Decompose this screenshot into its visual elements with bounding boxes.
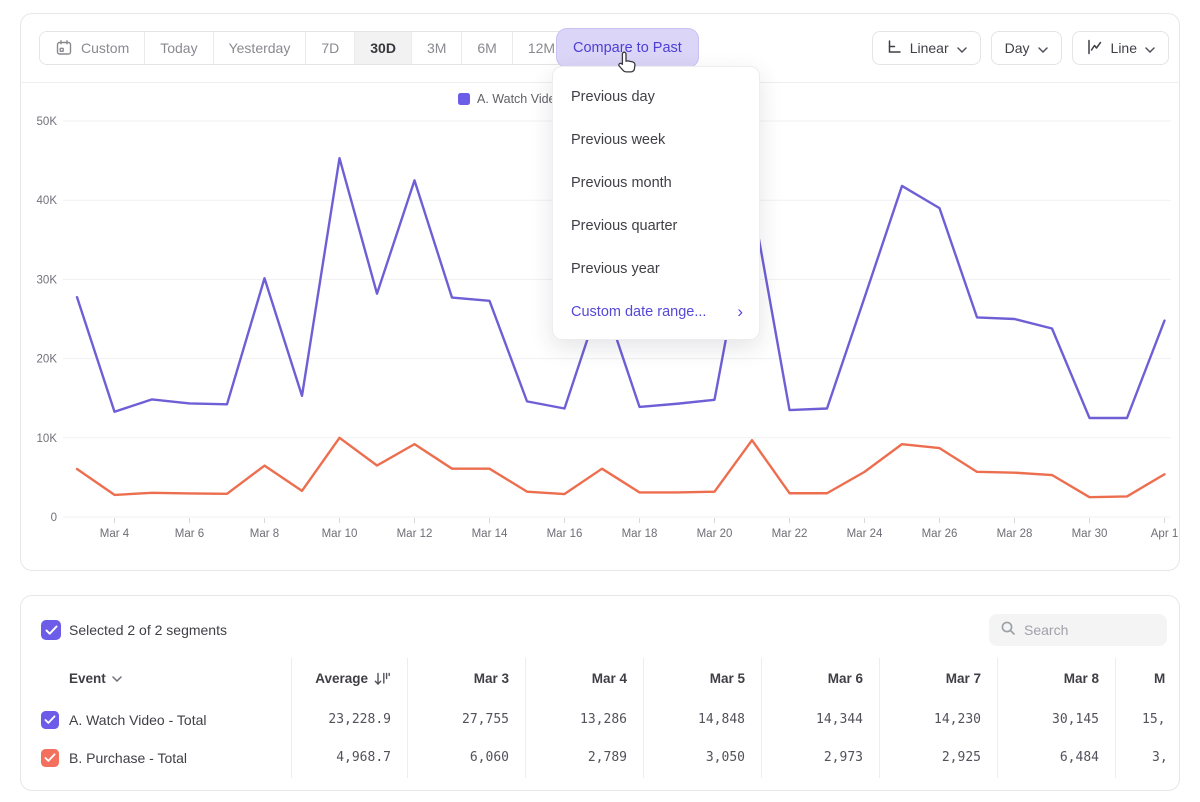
interval-dropdown[interactable]: Day: [991, 31, 1062, 65]
date-column-header-clipped: M: [1154, 666, 1165, 692]
preset-6m[interactable]: 6M: [462, 32, 512, 64]
chevron-down-icon: [957, 40, 967, 56]
value-cell: 30,145: [1052, 707, 1099, 733]
linear-axis-icon: [886, 39, 902, 58]
y-tick-label: 0: [51, 512, 57, 524]
y-tick-label: 20K: [37, 354, 58, 366]
date-column-header: Mar 7: [946, 666, 981, 692]
x-tick-label: Mar 16: [547, 528, 583, 540]
date-column-header: Mar 3: [474, 666, 509, 692]
x-tick-label: Mar 4: [100, 528, 130, 540]
chart-type-dropdown[interactable]: Line: [1072, 31, 1169, 65]
column-separator: [761, 658, 762, 778]
x-tick-label: Mar 24: [847, 528, 883, 540]
check-icon: [44, 753, 56, 763]
average-cell: 4,968.7: [336, 745, 391, 771]
date-column-header: Mar 5: [710, 666, 745, 692]
y-tick-label: 50K: [37, 116, 58, 128]
legend-swatch: [458, 93, 470, 105]
column-separator: [291, 658, 292, 778]
chevron-down-icon: [112, 676, 122, 682]
value-cell-clipped: 3,: [1152, 745, 1168, 771]
y-tick-label: 40K: [37, 195, 58, 207]
preset-custom[interactable]: Custom: [40, 32, 145, 64]
average-cell: 23,228.9: [328, 707, 391, 733]
segment-row-label[interactable]: A. Watch Video - Total: [69, 707, 206, 733]
preset-30d[interactable]: 30D: [355, 32, 412, 64]
x-tick-label: Mar 6: [175, 528, 204, 540]
segment-row-label[interactable]: B. Purchase - Total: [69, 745, 187, 771]
menu-item-custom-date-range[interactable]: Custom date range...›: [553, 290, 759, 333]
column-separator: [997, 658, 998, 778]
compare-to-past-menu: Previous dayPrevious weekPrevious monthP…: [552, 66, 760, 340]
date-column-header: Mar 4: [592, 666, 627, 692]
value-cell: 27,755: [462, 707, 509, 733]
column-separator: [407, 658, 408, 778]
search-icon: [1000, 620, 1016, 641]
calendar-icon: [55, 39, 73, 57]
compare-to-past-button[interactable]: Compare to Past: [557, 29, 698, 67]
sort-descending-icon: [374, 672, 391, 686]
value-cell: 6,060: [470, 745, 509, 771]
x-tick-label: Mar 18: [622, 528, 658, 540]
preset-3m[interactable]: 3M: [412, 32, 462, 64]
x-tick-label: Mar 26: [922, 528, 958, 540]
value-cell: 14,230: [934, 707, 981, 733]
chevron-down-icon: [1145, 40, 1155, 56]
row-checkbox[interactable]: [41, 711, 59, 729]
check-icon: [45, 625, 58, 636]
menu-item-previous-quarter[interactable]: Previous quarter: [553, 204, 759, 247]
series-line-b: [77, 438, 1165, 497]
x-tick-label: Mar 8: [250, 528, 279, 540]
x-tick-label: Mar 28: [997, 528, 1033, 540]
value-cell: 6,484: [1060, 745, 1099, 771]
chart-controls: Linear Day Line: [872, 31, 1169, 65]
menu-item-previous-day[interactable]: Previous day: [553, 75, 759, 118]
select-all-checkbox[interactable]: [41, 620, 61, 640]
value-cell: 14,344: [816, 707, 863, 733]
value-cell: 2,973: [824, 745, 863, 771]
x-tick-label: Mar 14: [472, 528, 508, 540]
y-tick-label: 30K: [37, 274, 58, 286]
menu-item-previous-week[interactable]: Previous week: [553, 118, 759, 161]
value-cell-clipped: 15,: [1142, 707, 1165, 733]
date-range-picker: CustomTodayYesterday7D30D3M6M12M: [39, 31, 571, 65]
x-tick-label: Mar 30: [1072, 528, 1108, 540]
row-checkbox[interactable]: [41, 749, 59, 767]
preset-7d[interactable]: 7D: [306, 32, 355, 64]
preset-today[interactable]: Today: [145, 32, 213, 64]
search-box: [989, 614, 1167, 646]
date-column-header: Mar 8: [1064, 666, 1099, 692]
x-tick-label: Mar 10: [322, 528, 358, 540]
menu-item-previous-year[interactable]: Previous year: [553, 247, 759, 290]
preset-yesterday[interactable]: Yesterday: [214, 32, 307, 64]
search-input[interactable]: [1024, 622, 1154, 638]
column-separator: [643, 658, 644, 778]
y-tick-label: 10K: [37, 433, 58, 445]
event-column-header[interactable]: Event: [69, 666, 122, 692]
value-cell: 3,050: [706, 745, 745, 771]
x-tick-label: Mar 22: [772, 528, 808, 540]
value-cell: 2,789: [588, 745, 627, 771]
value-cell: 14,848: [698, 707, 745, 733]
segments-card: Selected 2 of 2 segments Event Average Mar…: [20, 595, 1180, 791]
x-tick-label: Apr 1: [1151, 528, 1179, 540]
column-separator: [525, 658, 526, 778]
selected-segments-summary: Selected 2 of 2 segments: [69, 620, 227, 640]
scale-dropdown[interactable]: Linear: [872, 31, 981, 65]
x-tick-label: Mar 12: [397, 528, 433, 540]
value-cell: 2,925: [942, 745, 981, 771]
menu-item-previous-month[interactable]: Previous month: [553, 161, 759, 204]
average-column-header[interactable]: Average: [315, 666, 391, 692]
column-separator: [879, 658, 880, 778]
chevron-right-icon: ›: [737, 303, 743, 320]
line-chart-icon: [1086, 39, 1103, 58]
column-separator: [1115, 658, 1116, 778]
date-column-header: Mar 6: [828, 666, 863, 692]
chevron-down-icon: [1038, 40, 1048, 56]
check-icon: [44, 715, 56, 725]
x-tick-label: Mar 20: [697, 528, 733, 540]
value-cell: 13,286: [580, 707, 627, 733]
